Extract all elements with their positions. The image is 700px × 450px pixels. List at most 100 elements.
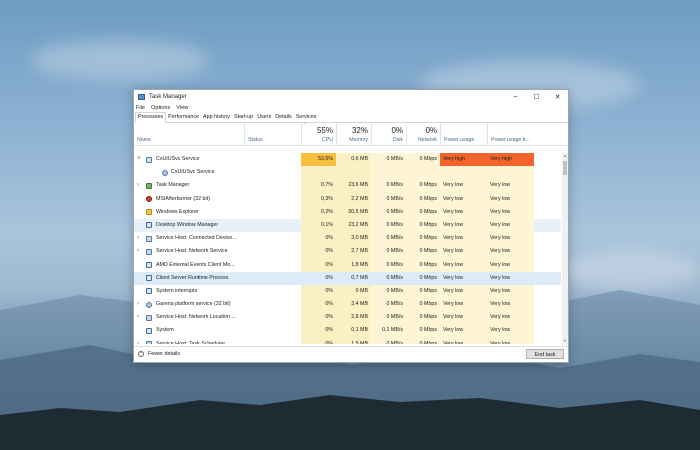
cell-disk: 0 MB/s (371, 258, 406, 272)
cell-trend (487, 166, 534, 180)
cell-trend: Very low (487, 271, 534, 285)
expand-chevron-icon[interactable]: › (137, 179, 139, 192)
cell-power: Very low (440, 298, 487, 312)
column-header: Name Status ˇ 55% CPU 32% Memory 0% Disk… (134, 123, 568, 146)
cell-trend: Very low (487, 311, 534, 325)
scroll-thumb[interactable] (563, 161, 567, 175)
menu-file[interactable]: File (136, 105, 145, 111)
process-row[interactable]: › Service Host: Network Location ... 0% 2,8… (134, 311, 561, 325)
column-power-trend-label: Power usage tr... (491, 137, 530, 143)
column-power[interactable]: Power usage (440, 123, 487, 145)
cell-disk: 0 MB/s (371, 232, 406, 246)
minimize-button[interactable]: – (505, 90, 526, 103)
process-name: Task Manager (156, 182, 190, 189)
process-row[interactable]: Windows Explorer 0,2% 30,5 MB 0 MB/s 0 Mbps V… (134, 205, 561, 219)
title-bar[interactable]: Task Manager – ☐ ✕ (134, 90, 568, 103)
task-manager-icon (138, 93, 145, 100)
collapse-chevron-icon[interactable]: ˅ (137, 153, 141, 166)
expand-chevron-icon[interactable]: › (137, 338, 139, 344)
cell-mem: 1,5 MB (336, 337, 371, 344)
process-row[interactable]: › Task Manager 0,7% 23,6 MB 0 MB/s 0 Mbps Very… (134, 179, 561, 193)
column-name[interactable]: Name (134, 123, 244, 145)
tab-processes[interactable]: Processes (135, 112, 167, 123)
cell-net: 0 Mbps (406, 284, 440, 299)
maximize-button[interactable]: ☐ (526, 90, 547, 103)
cell-net: 0 Mbps (406, 179, 440, 193)
cpu-total: 55% (316, 126, 333, 135)
cell-trend: Very high (487, 153, 534, 167)
cell-net: 0 Mbps (406, 232, 440, 246)
end-task-button[interactable]: End task (526, 349, 564, 359)
process-row[interactable]: › Garena platform service (32 bit) 0% 3,4 M… (134, 298, 561, 312)
scroll-up-icon[interactable]: ▲ (562, 153, 568, 159)
column-disk[interactable]: 0% Disk (371, 123, 406, 145)
process-row[interactable]: Client Server Runtime Process 0% 0,7 MB 0 M… (134, 271, 561, 285)
window-title: Task Manager (149, 93, 187, 100)
cell-mem: 0,6 MB (336, 153, 371, 167)
process-row[interactable]: CxUIUSvc Service (134, 166, 561, 180)
sort-chevron-icon: ˇ (304, 123, 306, 129)
expand-chevron-icon[interactable]: › (137, 298, 139, 311)
cell-cpu: 0% (301, 298, 336, 312)
menu-view[interactable]: View (176, 105, 188, 111)
tab-startup[interactable]: Start-up (232, 113, 255, 122)
column-cpu[interactable]: ˇ 55% CPU (301, 123, 336, 145)
memory-total: 32% (351, 126, 368, 135)
cell-disk: 0 MB/s (371, 337, 406, 344)
cell-mem: 2,7 MB (336, 245, 371, 259)
process-row[interactable]: MSIAfterburner (32 bit) 0,3% 2,2 MB 0 MB/s 0… (134, 192, 561, 206)
process-row[interactable]: Desktop Window Manager 0,1% 23,2 MB 0 MB/s 0… (134, 218, 561, 233)
process-row[interactable]: ˅ CxUIUSvc Service 53,6% 0,6 MB 0 MB/s 0 Mbps… (134, 153, 561, 167)
column-power-trend[interactable]: Power usage tr... (487, 123, 534, 145)
cell-power: Very low (440, 271, 487, 285)
cell-trend: Very low (487, 337, 534, 344)
cell-cpu: 0% (301, 337, 336, 344)
cell-power (440, 166, 487, 180)
cell-disk: 0 MB/s (371, 284, 406, 299)
tab-users[interactable]: Users (255, 113, 273, 122)
window-icon (146, 288, 152, 295)
process-row[interactable]: AMD External Events Client Mo... 0% 1,8 MB… (134, 258, 561, 272)
cell-disk: 0 MB/s (371, 153, 406, 167)
task-manager-icon (146, 182, 152, 189)
tab-performance[interactable]: Performance (166, 113, 201, 122)
column-cpu-label: CPU (322, 137, 333, 143)
process-row[interactable]: System interrupts 0% 0 MB 0 MB/s 0 Mbps Very … (134, 284, 561, 299)
expand-chevron-icon[interactable]: › (137, 232, 139, 245)
cell-net: 0 Mbps (406, 153, 440, 167)
column-memory[interactable]: 32% Memory (336, 123, 371, 145)
process-row[interactable]: System 0% 0,1 MB 0,1 MB/s 0 Mbps Very low Very… (134, 324, 561, 338)
cell-net: 0 Mbps (406, 192, 440, 206)
window-icon (146, 327, 152, 334)
menu-options[interactable]: Options (151, 105, 170, 111)
cell-power: Very low (440, 284, 487, 299)
scroll-down-icon[interactable]: ▼ (562, 338, 568, 344)
close-button[interactable]: ✕ (547, 90, 568, 103)
cell-trend: Very low (487, 258, 534, 272)
cell-cpu (301, 166, 336, 180)
process-row[interactable]: › Service Host: Network Service 0% 2,7 MB 0 … (134, 245, 561, 259)
process-name: Garena platform service (32 bit) (156, 301, 231, 308)
expand-chevron-icon[interactable]: › (137, 311, 139, 324)
column-status[interactable]: Status (244, 123, 301, 145)
tab-services[interactable]: Services (294, 113, 319, 122)
tab-details[interactable]: Details (273, 113, 293, 122)
cell-net: 0 Mbps (406, 271, 440, 285)
fewer-details-label: Fewer details (148, 351, 181, 357)
cell-mem (336, 166, 371, 180)
cell-trend: Very low (487, 232, 534, 246)
vertical-scrollbar[interactable]: ▲ ▼ (562, 153, 568, 344)
column-status-label: Status (248, 137, 263, 143)
cell-mem: 1,8 MB (336, 258, 371, 272)
cell-net: 0 Mbps (406, 258, 440, 272)
process-row[interactable]: › Service Host: Connected Device... 0% 3,0 … (134, 232, 561, 246)
tab-app-history[interactable]: App history (201, 113, 232, 122)
column-network[interactable]: 0% Network (406, 123, 440, 145)
process-name: Client Server Runtime Process (156, 274, 229, 281)
process-row[interactable]: › Service Host: Task Scheduler 0% 1,5 MB 0 M… (134, 337, 561, 344)
cell-disk: 0 MB/s (371, 218, 406, 233)
process-name: CxUIUSvc Service (171, 169, 215, 176)
expand-chevron-icon[interactable]: › (137, 245, 139, 258)
cell-net: 0 Mbps (406, 337, 440, 344)
fewer-details-button[interactable]: ⌃ Fewer details (138, 351, 180, 357)
